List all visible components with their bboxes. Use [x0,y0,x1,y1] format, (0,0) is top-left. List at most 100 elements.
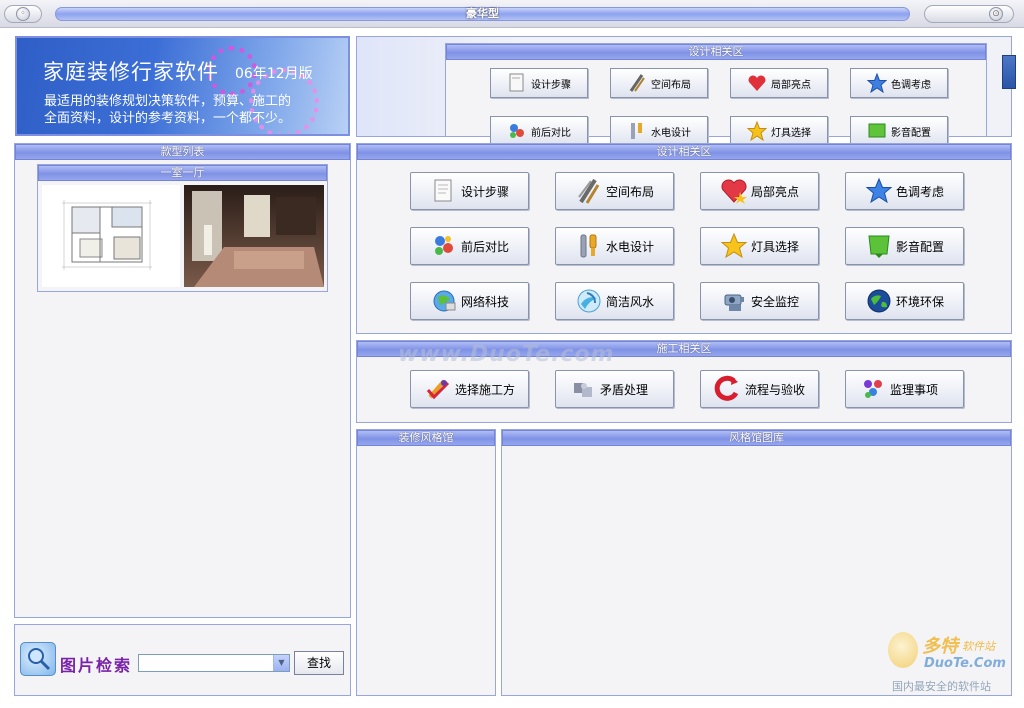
balls-icon [505,120,529,142]
flow-icon [713,375,743,403]
wrench-icon [625,120,649,142]
watermark-site: DuoTe.Com [924,656,1006,671]
brush-icon [625,72,649,94]
window-menu-icon: ◦ [16,7,30,21]
design-btn-label: 色调考虑 [896,184,945,199]
construction-btn-1[interactable]: 选择施工方 [410,370,529,408]
top-panel-header: 设计相关区 [446,44,986,60]
watermark-text: www.DuoTe.com [398,342,615,367]
top-btn-color-tone[interactable]: 色调考虑 [850,68,948,98]
layout-item-card[interactable]: 一室一厅 [37,164,328,292]
check-pencil-icon [423,375,453,403]
layout-item-title: 一室一厅 [38,165,327,181]
design-btn-6[interactable]: 水电设计 [555,227,674,265]
light-star-icon [719,232,749,260]
window-controls: ⊙ [924,5,1014,23]
title-bar: ◦ 豪华型 ⊙ [0,0,1024,28]
style-gallery-header: 风格馆图库 [502,430,1011,446]
watermark-logo: 多特 软件站 DuoTe.Com 国内最安全的软件站 [888,632,1020,702]
banner-tagline-2: 全面资料，设计的参考资料，一个都不少。 [44,111,292,126]
heart-icon [745,72,769,94]
design-btn-label: 水电设计 [606,239,655,254]
brush-icon [574,177,604,205]
top-btn-label: 设计步骤 [531,79,571,91]
top-btn-lighting[interactable]: 灯具选择 [730,116,828,146]
mascot-icon [888,632,918,668]
layout-list-panel: 款型列表 一室一厅 [14,143,351,618]
search-combo[interactable]: ▼ [138,654,290,672]
star-icon [864,177,894,205]
design-btn-label: 局部亮点 [751,184,800,199]
puzzle-icon [568,375,598,403]
top-btn-space-layout[interactable]: 空间布局 [610,68,708,98]
watermark-brand-sub: 软件站 [962,640,995,653]
design-btn-label: 前后对比 [461,239,510,254]
design-btn-2[interactable]: 空间布局 [555,172,674,210]
top-btn-label: 灯具选择 [771,127,811,139]
magnifier-icon [20,642,56,676]
chevron-down-icon[interactable]: ▼ [273,655,289,671]
screen-icon [864,232,894,260]
document-icon [429,177,459,205]
top-btn-label: 局部亮点 [771,79,811,91]
design-btn-7[interactable]: 灯具选择 [700,227,819,265]
design-btn-label: 影音配置 [896,239,945,254]
floor-plan-image[interactable] [42,185,180,287]
design-btn-11[interactable]: 安全监控 [700,282,819,320]
design-btn-5[interactable]: 前后对比 [410,227,529,265]
design-btn-1[interactable]: 设计步骤 [410,172,529,210]
room-photo-image[interactable] [184,185,324,287]
design-btn-label: 环境环保 [896,294,945,309]
side-tab-icon[interactable] [1002,55,1016,89]
design-btn-12[interactable]: 环境环保 [845,282,964,320]
screen-icon [865,120,889,142]
top-btn-label: 水电设计 [651,127,691,139]
top-btn-before-after[interactable]: 前后对比 [490,116,588,146]
system-menu-button[interactable]: ◦ [4,5,42,23]
layout-list-header: 款型列表 [15,144,350,160]
design-btn-10[interactable]: 简洁风水 [555,282,674,320]
search-label: 图片检索 [60,656,133,675]
design-btn-label: 设计步骤 [461,184,510,199]
app-banner: 家庭装修行家软件 06年12月版 最适用的装修规划决策软件，预算、施工的 全面资… [15,36,350,136]
banner-title: 家庭装修行家软件 [43,60,219,84]
top-btn-label: 色调考虑 [891,79,931,91]
construction-btn-label: 矛盾处理 [600,382,649,397]
top-btn-label: 影音配置 [891,127,931,139]
design-btn-9[interactable]: 网络科技 [410,282,529,320]
design-btn-label: 空间布局 [606,184,655,199]
style-hall-panel: 装修风格馆 [356,429,496,696]
title-track: 豪华型 [55,7,910,21]
construction-btn-4[interactable]: 监理事项 [845,370,964,408]
wrench-icon [574,232,604,260]
design-btn-label: 安全监控 [751,294,800,309]
close-button[interactable]: ⊙ [989,7,1003,21]
top-btn-highlights[interactable]: 局部亮点 [730,68,828,98]
style-hall-header: 装修风格馆 [357,430,495,446]
design-panel-header: 设计相关区 [357,144,1011,160]
top-btn-label: 前后对比 [531,127,571,139]
design-btn-label: 网络科技 [461,294,510,309]
top-design-subpanel: 设计相关区 设计步骤 空间布局 局部亮点 色调考虑 前后对比 水电设计 灯具选择 [445,43,987,146]
people-icon [858,375,888,403]
globe-network-icon [429,287,459,315]
globe-icon [864,287,894,315]
design-btn-8[interactable]: 影音配置 [845,227,964,265]
top-design-panel: 设计相关区 设计步骤 空间布局 局部亮点 色调考虑 前后对比 水电设计 灯具选择 [356,36,1016,146]
balls-icon [429,232,459,260]
top-btn-av-config[interactable]: 影音配置 [850,116,948,146]
design-btn-4[interactable]: 色调考虑 [845,172,964,210]
document-icon [505,72,529,94]
banner-version: 06年12月版 [235,66,313,82]
design-btn-3[interactable]: 局部亮点 [700,172,819,210]
light-star-icon [745,120,769,142]
top-btn-water-electric[interactable]: 水电设计 [610,116,708,146]
top-btn-design-steps[interactable]: 设计步骤 [490,68,588,98]
search-button[interactable]: 查找 [294,651,344,675]
construction-btn-3[interactable]: 流程与验收 [700,370,819,408]
window-title: 豪华型 [466,7,499,20]
design-panel: 设计相关区 设计步骤 空间布局 局部亮点 色调考虑前后对比 水电设计 灯具选择 影音配置网络… [356,143,1012,334]
top-btn-label: 空间布局 [651,79,691,91]
construction-btn-2[interactable]: 矛盾处理 [555,370,674,408]
construction-btn-label: 流程与验收 [745,382,806,397]
